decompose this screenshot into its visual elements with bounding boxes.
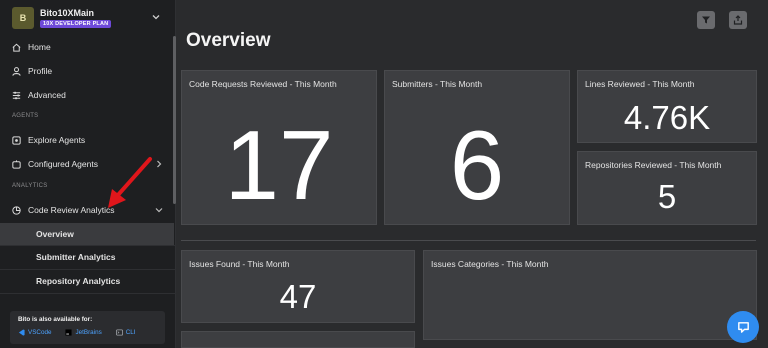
sidebar-subitem-submitter-analytics[interactable]: Submitter Analytics: [0, 246, 174, 268]
cli-label: CLI: [125, 329, 136, 336]
explore-icon: [12, 135, 21, 145]
app: B Bito10XMain 10X DEVELOPER PLAN Home Pr…: [0, 0, 768, 348]
sidebar-item-code-review-analytics[interactable]: Code Review Analytics: [0, 199, 176, 221]
jetbrains-icon: [65, 329, 73, 336]
card-label: Lines Reviewed - This Month: [585, 79, 695, 89]
vscode-link[interactable]: VSCode: [18, 329, 51, 336]
sidebar-item-label: Explore Agents: [28, 135, 86, 145]
export-button[interactable]: [729, 11, 747, 29]
workspace-switcher[interactable]: B Bito10XMain 10X DEVELOPER PLAN: [0, 0, 176, 36]
sidebar-subitem-overview[interactable]: Overview: [0, 223, 174, 245]
main-content: Overview Code Requests Reviewed - This M…: [177, 0, 768, 348]
plan-badge: 10X DEVELOPER PLAN: [40, 20, 112, 28]
sidebar-item-label: Overview: [36, 229, 74, 239]
home-icon: [12, 43, 21, 52]
card-repositories-reviewed: Repositories Reviewed - This Month 5: [577, 151, 757, 225]
chevron-right-icon: [157, 160, 162, 168]
section-divider: [181, 240, 756, 241]
sidebar-item-label: Profile: [28, 66, 53, 76]
sidebar-item-label: Advanced: [28, 90, 66, 100]
sidebar-item-label: Code Review Analytics: [28, 205, 115, 215]
sidebar-item-profile[interactable]: Profile: [0, 60, 176, 82]
filter-button[interactable]: [697, 11, 715, 29]
card-issues-found: Issues Found - This Month 47: [181, 250, 415, 323]
sidebar-item-home[interactable]: Home: [0, 36, 176, 58]
page-title: Overview: [186, 30, 271, 51]
sliders-icon: [12, 91, 21, 99]
card-value: 4.76K: [623, 99, 711, 136]
card-label: Issues Found - This Month: [189, 259, 290, 269]
promo-box: Bito is also available for: VSCode JetBr…: [10, 311, 165, 344]
card-partial: [181, 331, 415, 348]
card-code-requests: Code Requests Reviewed - This Month 17: [181, 70, 377, 225]
sidebar-scrollbar[interactable]: [173, 36, 176, 204]
cli-icon: [115, 329, 123, 336]
cli-link[interactable]: CLI: [115, 329, 136, 336]
card-submitters: Submitters - This Month 6: [384, 70, 570, 225]
divider: [0, 293, 176, 294]
vscode-icon: [18, 329, 25, 336]
section-agents: AGENTS: [12, 113, 39, 119]
sidebar-item-label: Configured Agents: [28, 159, 98, 169]
chat-icon: [737, 321, 749, 333]
card-value: 47: [279, 278, 317, 315]
analytics-icon: [12, 205, 21, 215]
card-label: Repositories Reviewed - This Month: [585, 160, 722, 170]
promo-links: VSCode JetBrains CLI: [18, 329, 157, 336]
sidebar-item-label: Home: [28, 42, 51, 52]
sidebar-item-advanced[interactable]: Advanced: [0, 84, 176, 106]
sidebar-item-label: Submitter Analytics: [36, 252, 116, 262]
card-lines-reviewed: Lines Reviewed - This Month 4.76K: [577, 70, 757, 143]
section-analytics: ANALYTICS: [12, 183, 48, 189]
chat-button[interactable]: [727, 311, 759, 343]
sidebar: B Bito10XMain 10X DEVELOPER PLAN Home Pr…: [0, 0, 176, 348]
workspace-name: Bito10XMain: [40, 8, 95, 18]
sidebar-item-label: Repository Analytics: [36, 276, 121, 286]
jetbrains-label: JetBrains: [75, 329, 102, 336]
user-icon: [12, 66, 21, 76]
card-value: 6: [449, 110, 505, 220]
vscode-label: VSCode: [28, 329, 52, 336]
chevron-down-icon[interactable]: [150, 11, 162, 23]
card-issues-categories: Issues Categories - This Month: [423, 250, 757, 340]
workspace-text: Bito10XMain 10X DEVELOPER PLAN: [40, 8, 112, 28]
card-label: Code Requests Reviewed - This Month: [189, 79, 337, 89]
sidebar-subitem-repository-analytics[interactable]: Repository Analytics: [0, 270, 174, 292]
export-icon: [733, 15, 743, 25]
filter-icon: [702, 16, 710, 24]
card-value: 17: [224, 110, 334, 220]
sidebar-item-configured-agents[interactable]: Configured Agents: [0, 153, 176, 175]
jetbrains-link[interactable]: JetBrains: [65, 329, 102, 336]
card-label: Issues Categories - This Month: [431, 259, 549, 269]
promo-title: Bito is also available for:: [18, 316, 93, 323]
card-value: 5: [657, 178, 677, 215]
sidebar-item-explore-agents[interactable]: Explore Agents: [0, 129, 176, 151]
card-label: Submitters - This Month: [392, 79, 483, 89]
agents-icon: [12, 159, 21, 169]
workspace-avatar: B: [12, 7, 34, 29]
chevron-down-icon: [155, 208, 163, 213]
